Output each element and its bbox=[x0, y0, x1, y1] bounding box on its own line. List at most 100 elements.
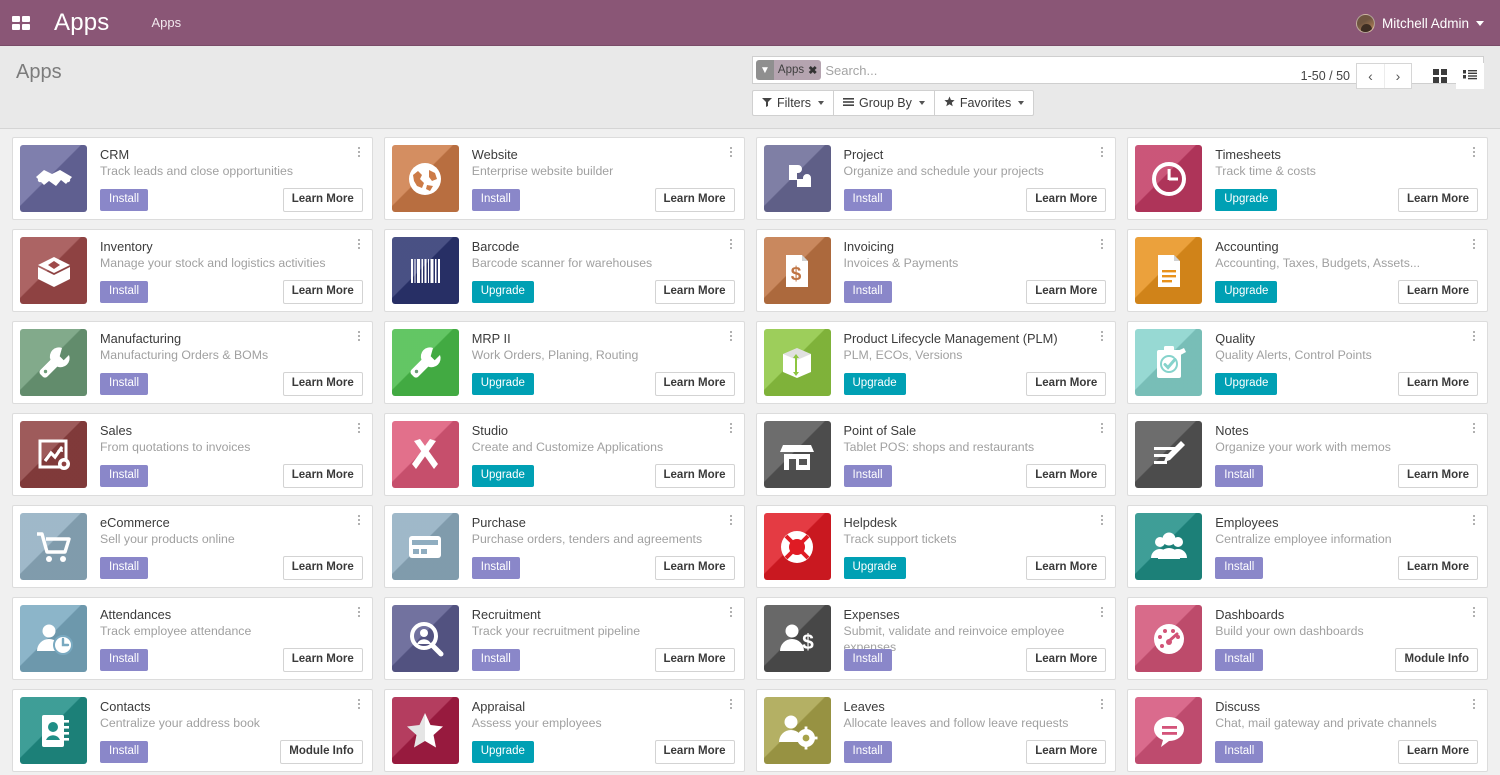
kebab-menu-icon[interactable] bbox=[725, 236, 737, 252]
learn-more-button[interactable]: Learn More bbox=[1398, 280, 1478, 304]
apps-kanban-scroll-container[interactable]: CRMTrack leads and close opportunitiesIn… bbox=[0, 129, 1500, 774]
learn-more-button[interactable]: Learn More bbox=[1026, 556, 1106, 580]
app-card[interactable]: TimesheetsTrack time & costsUpgradeLearn… bbox=[1127, 137, 1488, 220]
learn-more-button[interactable]: Learn More bbox=[283, 188, 363, 212]
learn-more-button[interactable]: Learn More bbox=[1398, 556, 1478, 580]
upgrade-button[interactable]: Upgrade bbox=[844, 373, 906, 395]
learn-more-button[interactable]: Learn More bbox=[655, 556, 735, 580]
app-card[interactable]: MRP IIWork Orders, Planing, RoutingUpgra… bbox=[384, 321, 745, 404]
kebab-menu-icon[interactable] bbox=[1468, 604, 1480, 620]
install-button[interactable]: Install bbox=[100, 649, 148, 671]
upgrade-button[interactable]: Upgrade bbox=[472, 741, 534, 763]
install-button[interactable]: Install bbox=[100, 281, 148, 303]
nav-menu-item-apps[interactable]: Apps bbox=[152, 15, 182, 30]
kebab-menu-icon[interactable] bbox=[1468, 144, 1480, 160]
app-card[interactable]: Product Lifecycle Management (PLM)PLM, E… bbox=[756, 321, 1117, 404]
learn-more-button[interactable]: Learn More bbox=[283, 648, 363, 672]
grid-apps-icon[interactable] bbox=[10, 12, 32, 34]
module-info-button[interactable]: Module Info bbox=[280, 740, 363, 764]
install-button[interactable]: Install bbox=[100, 189, 148, 211]
upgrade-button[interactable]: Upgrade bbox=[1215, 373, 1277, 395]
kebab-menu-icon[interactable] bbox=[353, 604, 365, 620]
app-card[interactable]: $ExpensesSubmit, validate and reinvoice … bbox=[756, 597, 1117, 680]
app-card[interactable]: CRMTrack leads and close opportunitiesIn… bbox=[12, 137, 373, 220]
install-button[interactable]: Install bbox=[844, 649, 892, 671]
install-button[interactable]: Install bbox=[100, 557, 148, 579]
learn-more-button[interactable]: Learn More bbox=[283, 556, 363, 580]
learn-more-button[interactable]: Learn More bbox=[283, 464, 363, 488]
app-card[interactable]: InventoryManage your stock and logistics… bbox=[12, 229, 373, 312]
kebab-menu-icon[interactable] bbox=[725, 696, 737, 712]
upgrade-button[interactable]: Upgrade bbox=[844, 557, 906, 579]
learn-more-button[interactable]: Learn More bbox=[655, 280, 735, 304]
install-button[interactable]: Install bbox=[100, 741, 148, 763]
favorites-button[interactable]: Favorites bbox=[934, 90, 1034, 116]
app-card[interactable]: WebsiteEnterprise website builderInstall… bbox=[384, 137, 745, 220]
learn-more-button[interactable]: Learn More bbox=[283, 280, 363, 304]
learn-more-button[interactable]: Learn More bbox=[1398, 372, 1478, 396]
learn-more-button[interactable]: Learn More bbox=[655, 740, 735, 764]
kebab-menu-icon[interactable] bbox=[353, 696, 365, 712]
upgrade-button[interactable]: Upgrade bbox=[472, 465, 534, 487]
app-card[interactable]: PurchasePurchase orders, tenders and agr… bbox=[384, 505, 745, 588]
kebab-menu-icon[interactable] bbox=[725, 144, 737, 160]
app-card[interactable]: ManufacturingManufacturing Orders & BOMs… bbox=[12, 321, 373, 404]
app-card[interactable]: LeavesAllocate leaves and follow leave r… bbox=[756, 689, 1117, 772]
install-button[interactable]: Install bbox=[1215, 557, 1263, 579]
app-card[interactable]: RecruitmentTrack your recruitment pipeli… bbox=[384, 597, 745, 680]
install-button[interactable]: Install bbox=[472, 649, 520, 671]
app-card[interactable]: NotesOrganize your work with memosInstal… bbox=[1127, 413, 1488, 496]
kebab-menu-icon[interactable] bbox=[725, 328, 737, 344]
kebab-menu-icon[interactable] bbox=[353, 144, 365, 160]
install-button[interactable]: Install bbox=[844, 465, 892, 487]
app-card[interactable]: DiscussChat, mail gateway and private ch… bbox=[1127, 689, 1488, 772]
install-button[interactable]: Install bbox=[472, 557, 520, 579]
kebab-menu-icon[interactable] bbox=[725, 604, 737, 620]
kebab-menu-icon[interactable] bbox=[1096, 696, 1108, 712]
list-view-icon[interactable] bbox=[1456, 63, 1484, 89]
kebab-menu-icon[interactable] bbox=[353, 236, 365, 252]
close-icon[interactable]: ✖ bbox=[808, 64, 817, 77]
app-card[interactable]: QualityQuality Alerts, Control PointsUpg… bbox=[1127, 321, 1488, 404]
kebab-menu-icon[interactable] bbox=[353, 328, 365, 344]
kebab-menu-icon[interactable] bbox=[353, 420, 365, 436]
learn-more-button[interactable]: Learn More bbox=[1026, 280, 1106, 304]
learn-more-button[interactable]: Learn More bbox=[1026, 648, 1106, 672]
install-button[interactable]: Install bbox=[844, 741, 892, 763]
upgrade-button[interactable]: Upgrade bbox=[1215, 189, 1277, 211]
learn-more-button[interactable]: Learn More bbox=[655, 464, 735, 488]
app-card[interactable]: BarcodeBarcode scanner for warehousesUpg… bbox=[384, 229, 745, 312]
install-button[interactable]: Install bbox=[472, 189, 520, 211]
app-card[interactable]: StudioCreate and Customize ApplicationsU… bbox=[384, 413, 745, 496]
learn-more-button[interactable]: Learn More bbox=[1398, 740, 1478, 764]
app-card[interactable]: DashboardsBuild your own dashboardsInsta… bbox=[1127, 597, 1488, 680]
kebab-menu-icon[interactable] bbox=[725, 512, 737, 528]
learn-more-button[interactable]: Learn More bbox=[655, 372, 735, 396]
install-button[interactable]: Install bbox=[1215, 649, 1263, 671]
learn-more-button[interactable]: Learn More bbox=[655, 648, 735, 672]
learn-more-button[interactable]: Learn More bbox=[1026, 372, 1106, 396]
app-card[interactable]: ProjectOrganize and schedule your projec… bbox=[756, 137, 1117, 220]
app-card[interactable]: AppraisalAssess your employeesUpgradeLea… bbox=[384, 689, 745, 772]
app-card[interactable]: SalesFrom quotations to invoicesInstallL… bbox=[12, 413, 373, 496]
kebab-menu-icon[interactable] bbox=[1096, 512, 1108, 528]
kebab-menu-icon[interactable] bbox=[1096, 604, 1108, 620]
kebab-menu-icon[interactable] bbox=[1096, 328, 1108, 344]
filters-button[interactable]: Filters bbox=[752, 90, 833, 116]
kanban-view-icon[interactable] bbox=[1426, 63, 1454, 89]
install-button[interactable]: Install bbox=[844, 281, 892, 303]
kebab-menu-icon[interactable] bbox=[1468, 328, 1480, 344]
app-card[interactable]: eCommerceSell your products onlineInstal… bbox=[12, 505, 373, 588]
learn-more-button[interactable]: Learn More bbox=[1398, 188, 1478, 212]
kebab-menu-icon[interactable] bbox=[725, 420, 737, 436]
app-card[interactable]: $InvoicingInvoices & PaymentsInstallLear… bbox=[756, 229, 1117, 312]
kebab-menu-icon[interactable] bbox=[1468, 696, 1480, 712]
groupby-button[interactable]: Group By bbox=[833, 90, 934, 116]
learn-more-button[interactable]: Learn More bbox=[1398, 464, 1478, 488]
learn-more-button[interactable]: Learn More bbox=[1026, 740, 1106, 764]
next-page-button[interactable]: › bbox=[1384, 64, 1411, 88]
upgrade-button[interactable]: Upgrade bbox=[472, 373, 534, 395]
kebab-menu-icon[interactable] bbox=[1468, 512, 1480, 528]
learn-more-button[interactable]: Learn More bbox=[1026, 464, 1106, 488]
upgrade-button[interactable]: Upgrade bbox=[1215, 281, 1277, 303]
